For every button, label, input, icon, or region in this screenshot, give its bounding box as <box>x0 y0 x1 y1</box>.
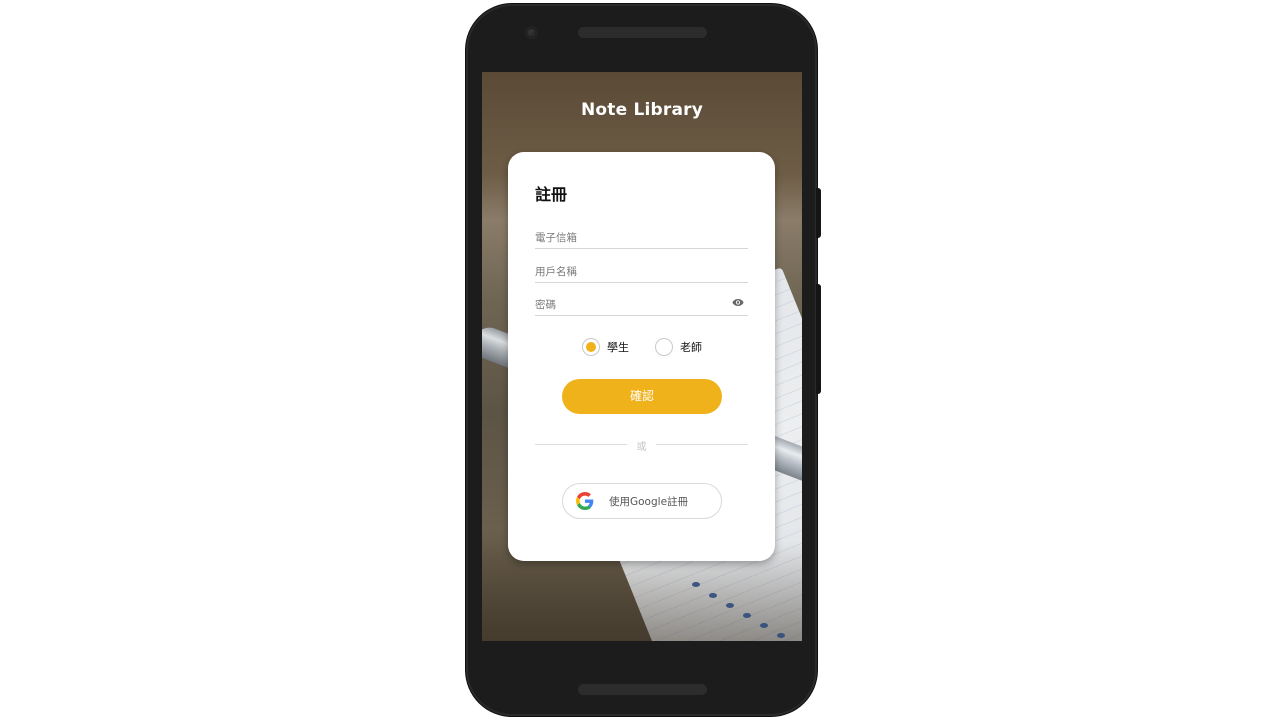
bottom-speaker <box>578 684 707 695</box>
app-title: Note Library <box>580 100 704 120</box>
volume-button <box>816 284 821 394</box>
register-card: 註冊 學生 老師 確認 <box>508 152 775 561</box>
student-radio[interactable] <box>582 338 600 356</box>
email-field <box>535 226 748 249</box>
password-input[interactable] <box>535 295 725 315</box>
teacher-label: 老師 <box>680 341 702 354</box>
earpiece-speaker <box>578 27 707 38</box>
or-divider: 或 <box>535 438 748 453</box>
password-field <box>535 293 748 316</box>
power-button <box>816 188 821 238</box>
student-label: 學生 <box>607 341 629 354</box>
teacher-radio[interactable] <box>655 338 673 356</box>
front-camera <box>525 26 538 39</box>
google-signup-button[interactable]: 使用Google註冊 <box>562 483 722 519</box>
google-signup-label: 使用Google註冊 <box>609 496 689 508</box>
google-g-icon <box>576 492 594 510</box>
email-input[interactable] <box>535 228 725 248</box>
username-field <box>535 260 748 283</box>
divider-label: 或 <box>636 442 647 453</box>
divider-line-right <box>656 444 748 445</box>
username-input[interactable] <box>535 262 725 282</box>
eye-icon[interactable] <box>732 298 744 307</box>
register-title: 註冊 <box>535 185 568 204</box>
phone-screen: Note Library 註冊 學生 老師 <box>482 72 802 641</box>
confirm-button[interactable]: 確認 <box>562 379 722 414</box>
